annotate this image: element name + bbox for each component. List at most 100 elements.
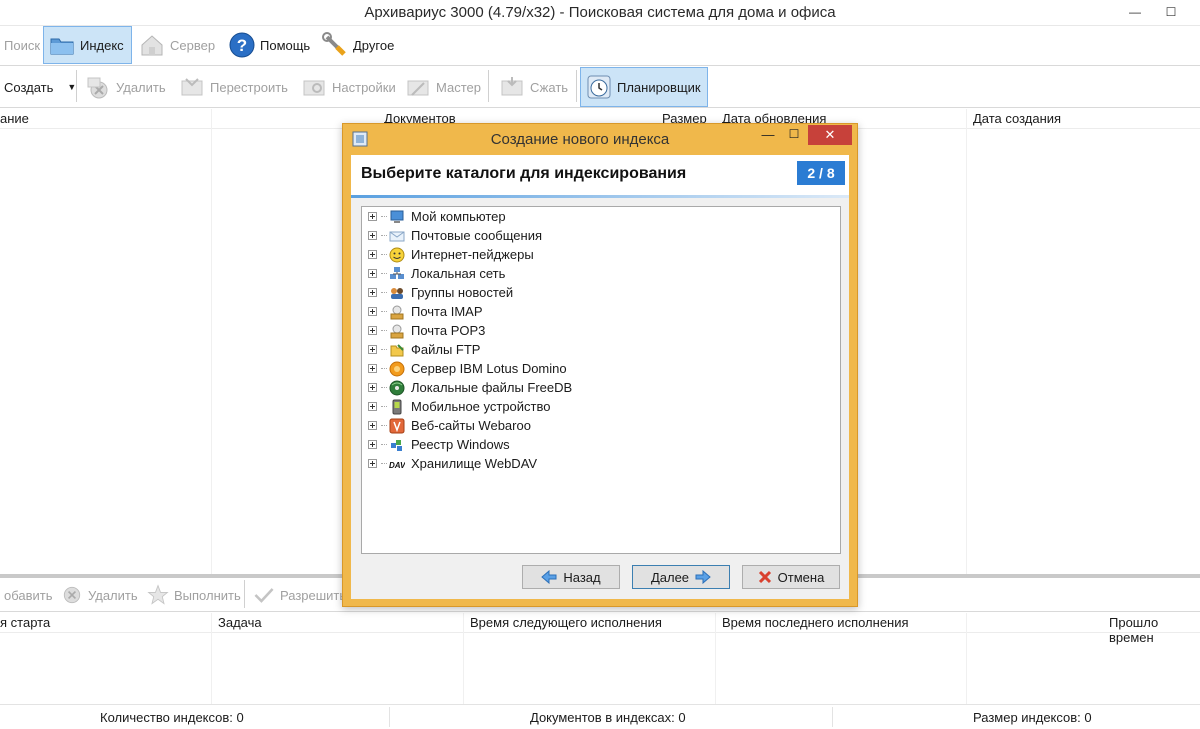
imap-icon <box>390 305 404 319</box>
other-button[interactable]: Другое <box>317 26 398 64</box>
tree-item-webdav[interactable]: DAV Хранилище WebDAV <box>368 454 537 473</box>
column-header-created[interactable]: Дата создания <box>973 111 1061 126</box>
rebuild-button[interactable]: Перестроить <box>174 67 292 107</box>
index-button[interactable]: Индекс <box>43 26 132 64</box>
cancel-button[interactable]: Отмена <box>742 565 840 589</box>
settings-button-label: Настройки <box>332 79 396 95</box>
tree-item-messengers[interactable]: Интернет-пейджеры <box>368 245 534 264</box>
delete-task-button[interactable]: Удалить <box>56 578 142 612</box>
tree-item-webaroo[interactable]: Веб-сайты Webaroo <box>368 416 531 435</box>
dropdown-arrow-icon[interactable]: ▼ <box>67 82 76 92</box>
tree-item-ftp[interactable]: Файлы FTP <box>368 340 480 359</box>
lotus-icon <box>389 361 405 376</box>
rebuild-button-label: Перестроить <box>210 79 288 95</box>
other-button-label: Другое <box>353 37 395 53</box>
expand-icon[interactable] <box>368 288 377 297</box>
status-index-size: Размер индексов: 0 <box>973 710 1092 725</box>
column-header-next-run[interactable]: Время следующего исполнения <box>470 615 662 630</box>
tree-item-pop3[interactable]: Почта POP3 <box>368 321 485 340</box>
status-divider <box>389 707 390 727</box>
next-button[interactable]: Далее <box>632 565 730 589</box>
tree-item-label: Локальная сеть <box>411 266 506 281</box>
expand-icon[interactable] <box>368 459 377 468</box>
tree-item-registry[interactable]: Реестр Windows <box>368 435 510 454</box>
expand-icon[interactable] <box>368 364 377 373</box>
status-index-count: Количество индексов: 0 <box>100 710 244 725</box>
source-tree[interactable]: Мой компьютер Почтовые сообщения Интерне… <box>361 206 841 554</box>
expand-icon[interactable] <box>368 345 377 354</box>
tree-connector <box>381 311 387 312</box>
column-header-last-run[interactable]: Время последнего исполнения <box>722 615 909 630</box>
help-button[interactable]: ? Помощь <box>224 26 314 64</box>
dialog-maximize-button[interactable]: ☐ <box>783 127 805 147</box>
tree-item-label: Веб-сайты Webaroo <box>411 418 531 433</box>
expand-icon[interactable] <box>368 421 377 430</box>
new-index-dialog: Создание нового индекса — ☐ ✕ Выберите к… <box>342 123 858 607</box>
tree-item-label: Локальные файлы FreeDB <box>411 380 573 395</box>
toolbar-separator <box>244 580 245 608</box>
expand-icon[interactable] <box>368 250 377 259</box>
add-task-button[interactable]: обавить <box>0 578 57 612</box>
tree-item-my-computer[interactable]: Мой компьютер <box>368 207 506 226</box>
column-divider <box>463 613 464 704</box>
window-minimize-button[interactable]: — <box>1120 2 1150 22</box>
tree-item-mobile[interactable]: Мобильное устройство <box>368 397 551 416</box>
tree-item-lotus[interactable]: Сервер IBM Lotus Domino <box>368 359 567 378</box>
back-button[interactable]: Назад <box>522 565 620 589</box>
tree-item-mail[interactable]: Почтовые сообщения <box>368 226 542 245</box>
server-button-label: Сервер <box>170 37 216 53</box>
tree-item-newsgroups[interactable]: Группы новостей <box>368 283 513 302</box>
delete-task-label: Удалить <box>88 587 138 603</box>
wizard-button-label: Мастер <box>436 79 481 95</box>
column-header-task[interactable]: Задача <box>218 615 262 630</box>
create-button[interactable]: Создать ▼ <box>0 67 80 107</box>
expand-icon[interactable] <box>368 383 377 392</box>
column-header-start-time[interactable]: я старта <box>0 615 50 630</box>
tree-connector <box>381 349 387 350</box>
wrench-icon <box>322 32 346 56</box>
expand-icon[interactable] <box>368 440 377 449</box>
tree-item-network[interactable]: Локальная сеть <box>368 264 505 283</box>
server-button[interactable]: Сервер <box>134 26 219 64</box>
tree-item-imap[interactable]: Почта IMAP <box>368 302 483 321</box>
tree-connector <box>381 235 387 236</box>
settings-button[interactable]: Настройки <box>296 67 400 107</box>
delete-button[interactable]: Удалить <box>80 67 170 107</box>
execute-task-button[interactable]: Выполнить <box>142 578 245 612</box>
expand-icon[interactable] <box>368 212 377 221</box>
column-divider <box>966 109 967 574</box>
execute-task-label: Выполнить <box>174 587 241 603</box>
allow-task-button[interactable]: Разрешить <box>248 578 350 612</box>
help-icon: ? <box>229 32 255 58</box>
dialog-minimize-button[interactable]: — <box>757 127 779 147</box>
column-header-name[interactable]: ание <box>0 111 29 126</box>
cancel-icon <box>758 570 771 584</box>
expand-icon[interactable] <box>368 307 377 316</box>
tree-item-freedb[interactable]: Локальные файлы FreeDB <box>368 378 572 397</box>
column-header-elapsed[interactable]: Прошло времен <box>1109 615 1200 645</box>
expand-icon[interactable] <box>368 402 377 411</box>
expand-icon[interactable] <box>368 269 377 278</box>
network-icon <box>390 266 404 279</box>
index-button-label: Индекс <box>80 37 124 53</box>
tree-item-label: Почта IMAP <box>411 304 483 319</box>
dialog-header: Выберите каталоги для индексирования 2 /… <box>351 155 849 195</box>
wizard-button[interactable]: Мастер <box>400 67 485 107</box>
column-divider <box>966 613 967 704</box>
expand-icon[interactable] <box>368 231 377 240</box>
webaroo-icon <box>389 418 405 433</box>
dialog-close-button[interactable]: ✕ <box>808 125 852 145</box>
webdav-icon: DAV <box>389 461 405 470</box>
tree-item-label: Мобильное устройство <box>411 399 551 414</box>
dialog-body: Выберите каталоги для индексирования 2 /… <box>351 155 849 599</box>
delete-icon <box>63 586 81 604</box>
window-maximize-button[interactable]: ☐ <box>1156 2 1186 22</box>
search-button[interactable]: Поиск <box>0 26 44 64</box>
scheduler-button[interactable]: Планировщик <box>580 67 708 107</box>
compress-button[interactable]: Сжать <box>494 67 572 107</box>
expand-icon[interactable] <box>368 326 377 335</box>
check-icon <box>254 588 274 603</box>
clock-icon <box>587 75 611 99</box>
back-button-label: Назад <box>563 569 601 585</box>
computer-icon <box>390 210 404 223</box>
